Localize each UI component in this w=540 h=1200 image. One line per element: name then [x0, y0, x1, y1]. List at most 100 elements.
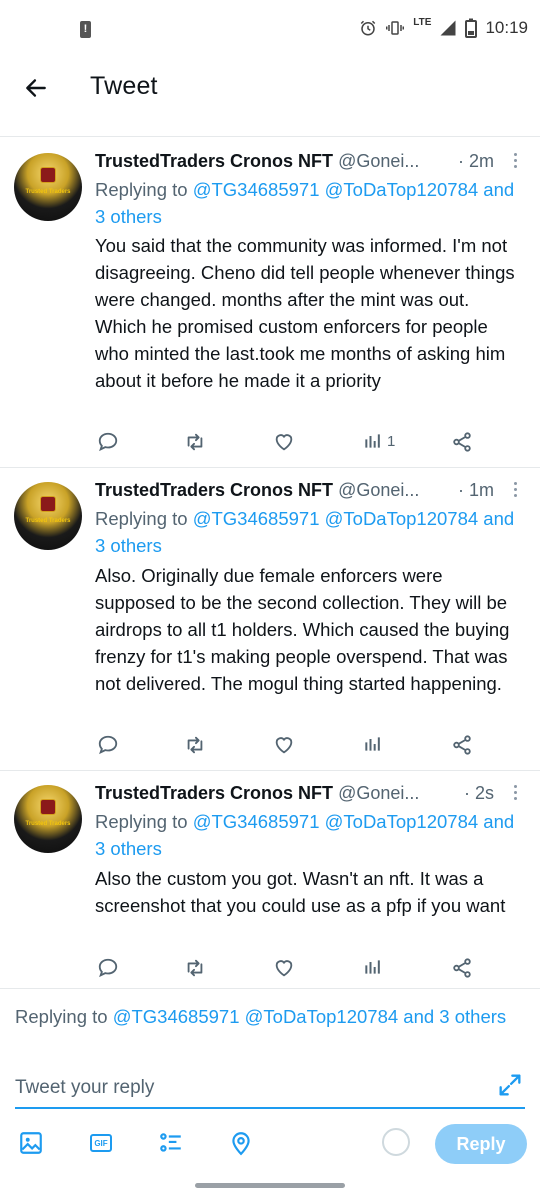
tweet-time: · 1m	[458, 480, 494, 500]
author-name[interactable]: TrustedTraders Cronos NFT	[95, 480, 333, 500]
share-icon	[453, 958, 471, 978]
tweet-text: Also the custom you got. Wasn't an nft. …	[95, 868, 506, 916]
tweet-actions	[95, 734, 495, 758]
avatar-logo	[40, 799, 56, 815]
replying-prefix: Replying to	[95, 508, 193, 529]
avatar-logo	[40, 496, 56, 512]
retweet-icon	[187, 736, 203, 754]
views-action[interactable]	[363, 957, 383, 977]
retweet-icon	[187, 433, 203, 451]
author-handle[interactable]: @Gonei...	[338, 151, 419, 171]
alarm-icon	[361, 20, 376, 36]
retweet-action[interactable]	[183, 431, 207, 453]
location-icon[interactable]	[226, 1128, 256, 1158]
composer-replying-prefix: Replying to	[15, 1006, 113, 1027]
like-action[interactable]	[273, 431, 295, 453]
character-count-circle	[382, 1128, 410, 1156]
avatar-label: Trusted Traders	[25, 189, 71, 195]
clock: 10:19	[485, 18, 528, 37]
avatar-label: Trusted Traders	[25, 821, 71, 827]
composer-replying-mentions[interactable]: @TG34685971 @ToDaTop120784 and 3 others	[113, 1006, 506, 1027]
poll-icon[interactable]	[156, 1128, 186, 1158]
heart-icon	[275, 960, 293, 977]
like-action[interactable]	[273, 957, 295, 979]
replying-prefix: Replying to	[95, 179, 193, 200]
reply-button[interactable]: Reply	[435, 1124, 527, 1164]
notification-icon: !	[80, 21, 91, 38]
home-indicator[interactable]	[195, 1183, 345, 1188]
reply-action[interactable]	[97, 734, 119, 756]
page-title: Tweet	[90, 72, 158, 100]
avatar[interactable]: Trusted Traders	[14, 482, 82, 550]
views-action[interactable]: 1	[363, 431, 395, 451]
more-options-icon[interactable]	[512, 153, 518, 173]
author-name[interactable]: TrustedTraders Cronos NFT	[95, 151, 333, 171]
share-action[interactable]	[451, 734, 473, 756]
vibrate-icon	[386, 21, 405, 35]
gif-icon[interactable]: GIF	[86, 1128, 116, 1158]
expand-icon[interactable]	[496, 1071, 524, 1099]
analytics-icon	[365, 960, 380, 974]
heart-icon	[275, 434, 293, 451]
image-icon[interactable]	[16, 1128, 46, 1158]
tweet-header: TrustedTraders Cronos NFT @Gonei...	[95, 151, 419, 172]
views-count: 1	[387, 432, 396, 450]
comment-icon	[98, 735, 118, 755]
replying-mentions[interactable]: @TG34685971 @ToDaTop120784	[193, 508, 478, 529]
analytics-icon	[365, 737, 380, 751]
replying-to: Replying to @TG34685971 @ToDaTop120784 a…	[95, 176, 515, 230]
tweet-item[interactable]: Trusted Traders TrustedTraders Cronos NF…	[0, 468, 540, 770]
author-handle[interactable]: @Gonei...	[338, 783, 419, 803]
tweet-time: · 2s	[463, 783, 494, 803]
replying-prefix: Replying to	[95, 811, 193, 832]
replying-mentions[interactable]: @TG34685971 @ToDaTop120784	[193, 811, 478, 832]
reply-input[interactable]	[15, 1069, 525, 1109]
retweet-icon	[187, 959, 203, 977]
battery-icon	[465, 18, 478, 38]
like-action[interactable]	[273, 734, 295, 756]
reply-action[interactable]	[97, 431, 119, 453]
reply-composer: Replying to @TG34685971 @ToDaTop120784 a…	[0, 988, 540, 1168]
status-icons: LTE 10:19	[359, 16, 528, 38]
tweet-item[interactable]: Trusted Traders TrustedTraders Cronos NF…	[0, 771, 540, 987]
composer-replying-to: Replying to @TG34685971 @ToDaTop120784 a…	[15, 1003, 515, 1030]
avatar[interactable]: Trusted Traders	[14, 153, 82, 221]
reply-action[interactable]	[97, 957, 119, 979]
comment-icon	[98, 958, 118, 978]
replying-to: Replying to @TG34685971 @ToDaTop120784 a…	[95, 808, 515, 862]
replying-to: Replying to @TG34685971 @ToDaTop120784 a…	[95, 505, 515, 559]
analytics-icon	[365, 434, 380, 448]
avatar-label: Trusted Traders	[25, 518, 71, 524]
tweet-text: You said that the community was informed…	[95, 235, 515, 391]
author-name[interactable]: TrustedTraders Cronos NFT	[95, 783, 333, 803]
tweet-actions	[95, 957, 495, 981]
arrow-left-icon	[26, 79, 46, 97]
avatar-logo	[40, 167, 56, 183]
tweet-header: TrustedTraders Cronos NFT @Gonei...	[95, 783, 419, 804]
tweet-header: TrustedTraders Cronos NFT @Gonei...	[95, 480, 419, 501]
author-handle[interactable]: @Gonei...	[338, 480, 419, 500]
retweet-action[interactable]	[183, 957, 207, 979]
tweet-text: Also. Originally due female enforcers we…	[95, 565, 510, 694]
retweet-action[interactable]	[183, 734, 207, 756]
app-bar: Tweet	[0, 58, 540, 118]
share-action[interactable]	[451, 957, 473, 979]
signal-icon	[440, 20, 456, 36]
tweet-actions: 1	[95, 431, 495, 455]
more-options-icon[interactable]	[512, 482, 518, 502]
replying-mentions[interactable]: @TG34685971 @ToDaTop120784	[193, 179, 478, 200]
network-type: LTE	[413, 16, 432, 28]
share-action[interactable]	[451, 431, 473, 453]
share-icon	[453, 735, 471, 755]
back-button[interactable]	[18, 70, 54, 106]
avatar[interactable]: Trusted Traders	[14, 785, 82, 853]
views-action[interactable]	[363, 734, 383, 754]
more-options-icon[interactable]	[512, 785, 518, 805]
tweet-time: · 2m	[458, 151, 494, 171]
comment-icon	[98, 432, 118, 452]
share-icon	[453, 432, 471, 452]
tweet-item[interactable]: Trusted Traders TrustedTraders Cronos NF…	[0, 137, 540, 467]
status-bar: ! LTE 10:19	[0, 0, 540, 58]
composer-toolbar: GIF Reply	[0, 1124, 540, 1164]
heart-icon	[275, 737, 293, 754]
